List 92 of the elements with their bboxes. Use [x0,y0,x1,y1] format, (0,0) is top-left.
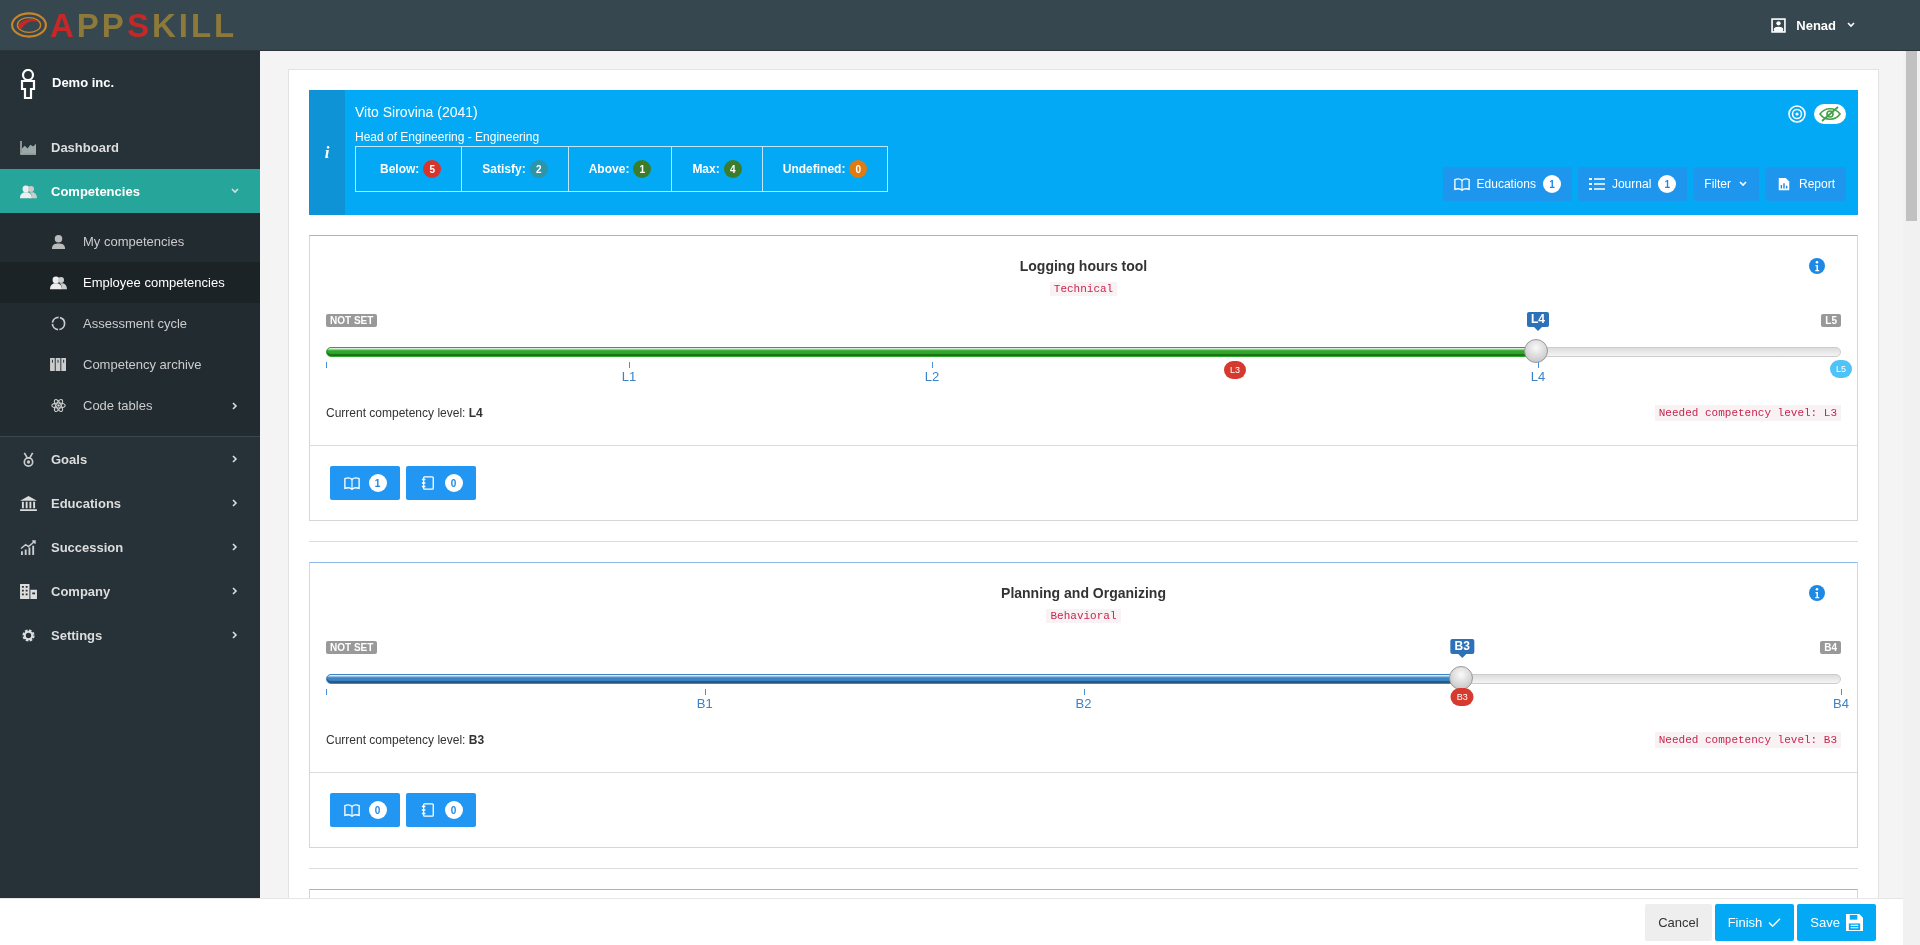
sidebar-subitem[interactable]: Assessment cycle [0,303,260,344]
person-icon [50,234,67,249]
tick-label: B2 [1075,696,1092,711]
max-label: B4 [1820,640,1841,654]
info-icon[interactable] [1809,258,1825,274]
target-icon[interactable] [1788,105,1806,123]
tick-label: L2 [924,369,940,384]
people-icon [20,183,37,199]
stat-count: 5 [423,160,442,178]
journal-button[interactable]: 0 [406,466,476,500]
employee-position: Head of Engineering - Engineering [355,130,541,144]
current-level-text: Current competency level: B3 [326,733,485,747]
sidebar-subitem[interactable]: Competency archive [0,344,260,385]
open-book-icon [1453,177,1470,191]
educations-button[interactable]: 0 [330,793,400,827]
sidebar-item[interactable]: Succession [0,525,260,569]
scrollbar[interactable] [1903,51,1920,945]
open-book-icon [343,476,360,490]
stat-label: Max: [692,162,720,176]
journal-button[interactable]: Journal 1 [1577,167,1688,201]
educations-button[interactable]: 1 [330,466,400,500]
stat-count: 0 [849,160,868,178]
current-level-text: Current competency level: L4 [326,406,483,420]
slider-handle[interactable] [1448,666,1473,690]
building-icon [20,583,37,599]
chevron-down-icon [1846,20,1856,30]
sidebar-item[interactable]: Settings [0,613,260,657]
educations-button[interactable]: Educations 1 [1442,167,1572,201]
sidebar-subitem[interactable]: Employee competencies [0,262,260,303]
area-chart-icon [20,139,37,155]
bank-icon [20,495,37,511]
min-label: NOT SET [326,313,378,327]
notebook-icon [419,476,436,490]
refresh-circle-icon [50,316,67,331]
needed-level-tag: Needed competency level: L3 [1654,405,1841,421]
orbit-logo-icon [10,11,48,39]
growth-chart-icon [20,539,37,555]
stat-count: 1 [633,160,652,178]
sidebar-item[interactable]: Goals [0,437,260,481]
category-tag: Technical [1049,282,1118,296]
max-label: L5 [1821,313,1841,327]
stat-label: Below: [380,162,420,176]
company-name: Demo inc. [52,75,115,90]
eye-slash-toggle-icon[interactable] [1814,104,1846,124]
chevron-right-icon [230,630,240,640]
stat-label: Undefined: [782,162,846,176]
stat-label: Above: [588,162,630,176]
info-mark: i [324,142,330,163]
tick-label: L1 [621,369,637,384]
tick-label: B1 [696,696,713,711]
binders-icon [50,357,67,372]
app-logo-text: APPSKILL [50,8,238,42]
competency-title: Planning and Organizing [1001,585,1166,601]
stat-label: Satisfy: [482,162,526,176]
sidebar-subitem[interactable]: Code tables [0,385,260,426]
chevron-right-icon [230,454,240,464]
sidebar-item[interactable]: Educations [0,481,260,525]
user-menu[interactable]: Nenad [1757,17,1870,33]
list-icon [1588,177,1605,191]
top-level-badge: L5 [1830,360,1852,378]
employee-name: Vito Sirovina (2041) [355,104,479,120]
chevron-right-icon [230,542,240,552]
tick-label: B4 [1833,696,1849,711]
needed-level-badge: L3 [1224,361,1246,379]
stat-count: 4 [723,160,742,178]
needed-level-badge: B3 [1450,688,1474,706]
chevron-right-icon [230,498,240,508]
cancel-button[interactable]: Cancel [1645,903,1712,941]
min-label: NOT SET [326,640,378,654]
tick-label: L4 [1530,369,1546,384]
sidebar-item[interactable]: Company [0,569,260,613]
settings-icon [20,627,37,643]
category-tag: Behavioral [1046,609,1121,623]
atom-icon [50,398,67,413]
user-card-icon [1771,17,1787,33]
chevron-right-icon [230,400,240,411]
chevron-right-icon [230,586,240,596]
needed-level-tag: Needed competency level: B3 [1654,732,1841,748]
open-book-icon [343,803,360,817]
chevron-down-icon [230,186,240,196]
journal-button[interactable]: 0 [406,793,476,827]
people-icon [50,275,67,290]
person-outline-icon [20,69,36,99]
sidebar-item[interactable]: Dashboard [0,125,260,169]
notebook-icon [419,803,436,817]
sidebar-subitem[interactable]: My competencies [0,221,260,262]
stat-count: 2 [529,160,548,178]
checkmark-icon [1768,916,1782,928]
competency-title: Logging hours tool [1019,258,1148,274]
slider-handle[interactable] [1524,339,1549,363]
info-icon[interactable] [1809,585,1825,601]
chevron-down-icon [1737,179,1748,189]
